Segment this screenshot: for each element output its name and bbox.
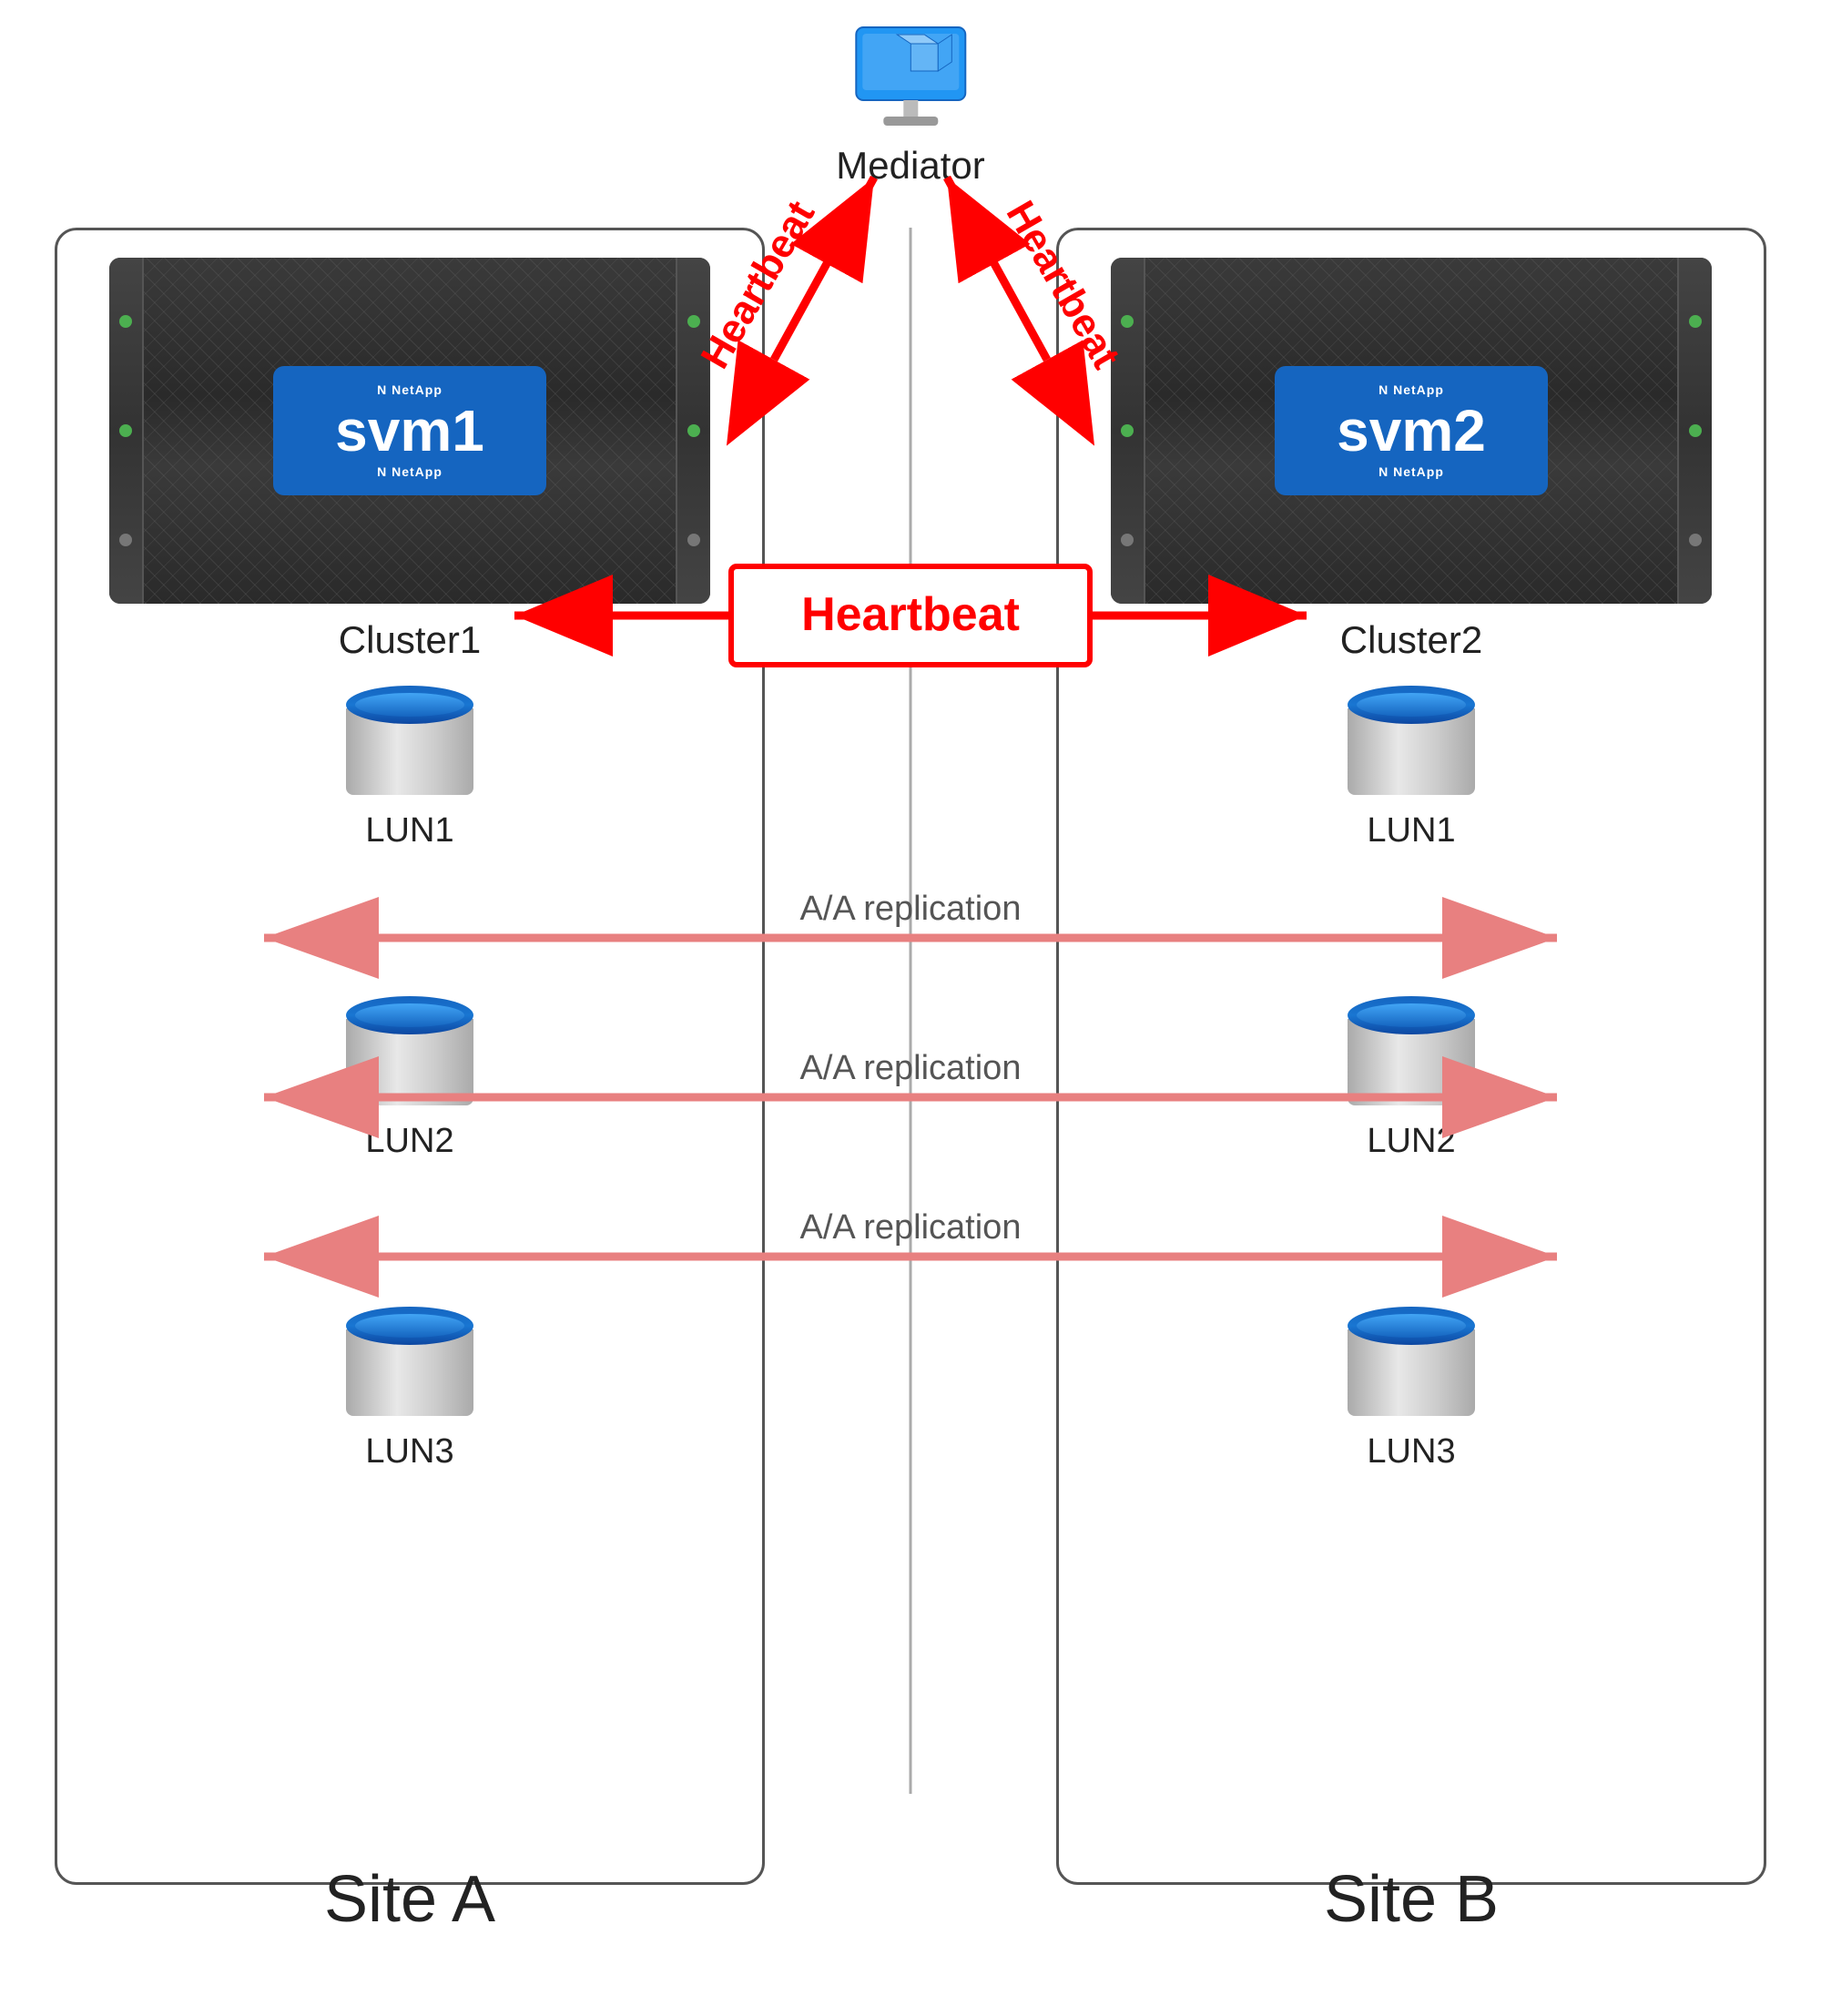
netapp-logo-a-top: N NetApp	[377, 382, 443, 397]
lun-a-3-label: LUN3	[365, 1432, 453, 1471]
lun-b-2: LUN2	[1348, 996, 1475, 1161]
center-divider	[910, 228, 912, 1794]
lun-b-2-label: LUN2	[1367, 1122, 1455, 1161]
lun-b-1: LUN1	[1348, 686, 1475, 850]
lun-b-section: LUN1 LUN2 LUN3	[1348, 686, 1475, 1471]
cylinder-a-3	[346, 1307, 473, 1416]
server-b-graphic: N NetApp svm2 N NetApp	[1111, 258, 1712, 604]
lun-a-2-label: LUN2	[365, 1122, 453, 1161]
lun-a-section: LUN1 LUN2 LUN3	[346, 686, 473, 1471]
lun-a-2: LUN2	[346, 996, 473, 1161]
mediator-label: Mediator	[836, 144, 984, 188]
cylinder-b-3	[1348, 1307, 1475, 1416]
cylinder-b-1	[1348, 686, 1475, 795]
lun-b-1-label: LUN1	[1367, 811, 1455, 850]
lun-a-1-label: LUN1	[365, 811, 453, 850]
netapp-logo-b-bottom: N NetApp	[1378, 464, 1444, 479]
site-a-label: Site A	[57, 1862, 762, 1937]
netapp-logo-a-bottom: N NetApp	[377, 464, 443, 479]
server-a-graphic: N NetApp svm1 N NetApp	[109, 258, 710, 604]
svm2-label: svm2	[1337, 397, 1486, 464]
cluster-b-section: N NetApp svm2 N NetApp Cluster2	[1111, 258, 1712, 662]
lun-a-3: LUN3	[346, 1307, 473, 1471]
svm1-label: svm1	[335, 397, 484, 464]
mediator-icon	[851, 18, 970, 137]
cylinder-b-2	[1348, 996, 1475, 1105]
diagram-container: Mediator	[0, 0, 1821, 2016]
mediator-section: Mediator	[836, 18, 984, 188]
cluster1-label: Cluster1	[339, 618, 481, 662]
site-b-label: Site B	[1059, 1862, 1764, 1937]
cylinder-a-2	[346, 996, 473, 1105]
cluster-a-section: N NetApp svm1 N NetApp Cluster1	[109, 258, 710, 662]
site-b-box: N NetApp svm2 N NetApp Cluster2 LUN1	[1056, 228, 1766, 1885]
lun-a-1: LUN1	[346, 686, 473, 850]
lun-b-3: LUN3	[1348, 1307, 1475, 1471]
cylinder-a-1	[346, 686, 473, 795]
cluster2-label: Cluster2	[1340, 618, 1482, 662]
svm1-badge: N NetApp svm1 N NetApp	[273, 366, 546, 495]
lun-b-3-label: LUN3	[1367, 1432, 1455, 1471]
svm2-badge: N NetApp svm2 N NetApp	[1275, 366, 1548, 495]
site-a-box: N NetApp svm1 N NetApp Cluster1 LUN1	[55, 228, 765, 1885]
netapp-logo-b-top: N NetApp	[1378, 382, 1444, 397]
